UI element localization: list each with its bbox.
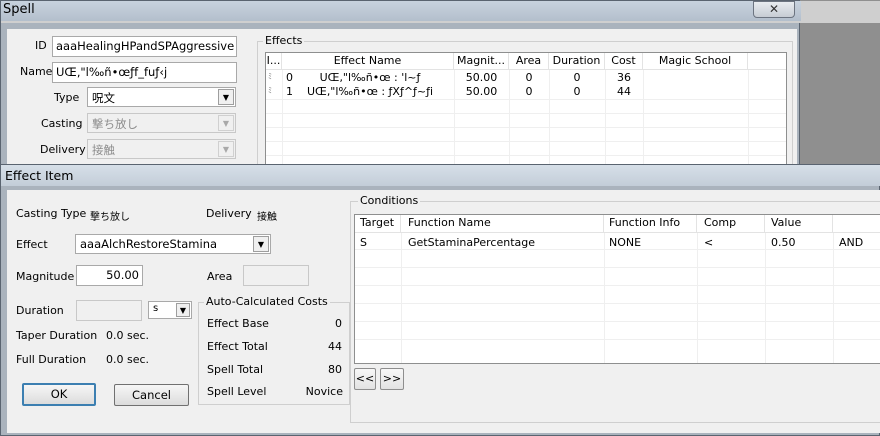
auto-costs-title: Auto-Calculated Costs	[204, 295, 330, 308]
col-magic-school[interactable]: Magic School	[643, 53, 748, 70]
col-function-info[interactable]: Function Info	[604, 215, 697, 232]
effect-item-title: Effect Item	[5, 168, 74, 183]
effect-base-label: Effect Base	[207, 317, 269, 330]
casting-label: Casting	[41, 117, 83, 130]
name-label: Name	[20, 65, 53, 78]
row-cost: 36	[617, 71, 631, 84]
effects-list[interactable]: I... Effect Name Magnit... Area Duration…	[265, 52, 787, 171]
col-comp[interactable]: Comp	[697, 215, 765, 232]
row-icon: ﾐ	[268, 86, 272, 95]
spell-window-title: Spell	[3, 2, 35, 17]
delivery-label: Delivery	[40, 143, 86, 156]
casting-type-value: 撃ち放し	[90, 212, 130, 223]
type-select-value: 呪文	[92, 91, 115, 105]
chevron-down-icon[interactable]: ▼	[218, 89, 234, 105]
effect-item-dialog: Effect Item Casting Type 撃ち放し Delivery 接…	[0, 164, 880, 436]
duration-label: Duration	[16, 304, 64, 317]
col-index[interactable]: I...	[266, 53, 282, 70]
close-button[interactable]: ✕	[753, 1, 795, 18]
casting-type-label: Casting Type	[16, 207, 87, 220]
row-duration: 0	[573, 71, 581, 84]
effect-select-value: aaaAlchRestoreStamina	[80, 237, 218, 251]
effect-total-label: Effect Total	[207, 340, 268, 353]
row-icon: ﾐ	[268, 72, 272, 81]
cancel-button[interactable]: Cancel	[114, 384, 189, 406]
conditions-list-header: Target Function Name Function Info Comp …	[355, 215, 880, 233]
cond-value: 0.50	[771, 236, 796, 249]
row-magnitude: 50.00	[465, 71, 498, 84]
taper-duration-label: Taper Duration	[16, 329, 98, 342]
conditions-title: Conditions	[358, 194, 421, 207]
effect-base-value: 0	[335, 317, 342, 330]
conditions-list[interactable]: Target Function Name Function Info Comp …	[354, 214, 880, 364]
col-area[interactable]: Area	[509, 53, 549, 70]
chevron-down-icon[interactable]: ▼	[176, 303, 190, 317]
delivery-label: Delivery	[206, 207, 252, 220]
effect-label: Effect	[16, 238, 48, 251]
col-effect-name[interactable]: Effect Name	[282, 53, 454, 70]
effect-select[interactable]: aaaAlchRestoreStamina ▼	[75, 234, 271, 254]
duration-input[interactable]	[76, 300, 142, 321]
col-function-name[interactable]: Function Name	[401, 215, 604, 232]
row-area: 0	[525, 85, 533, 98]
row-cost: 44	[617, 85, 631, 98]
spell-body: ID aaaHealingHPandSPAggressive Name UŒ‚"…	[7, 29, 797, 171]
area-label: Area	[207, 270, 233, 283]
col-target[interactable]: Target	[355, 215, 401, 232]
cond-operator: AND	[839, 236, 864, 249]
col-operator[interactable]	[833, 215, 880, 232]
delivery-value: 接触	[257, 212, 277, 223]
cond-comp: <	[704, 236, 714, 249]
type-select[interactable]: 呪文 ▼	[87, 87, 236, 107]
duration-unit-value: s	[153, 303, 159, 314]
effect-total-value: 44	[328, 340, 342, 353]
spell-level-label: Spell Level	[207, 385, 267, 398]
col-value[interactable]: Value	[765, 215, 833, 232]
row-area: 0	[525, 71, 533, 84]
area-input[interactable]	[243, 265, 309, 286]
effect-item-title-bar[interactable]: Effect Item	[1, 165, 880, 186]
chevron-down-icon[interactable]: ▼	[218, 115, 234, 131]
chevron-down-icon[interactable]: ▼	[218, 141, 234, 157]
close-icon: ✕	[768, 2, 780, 16]
effects-group-title: Effects	[263, 34, 305, 47]
cond-function-info: NONE	[609, 236, 642, 249]
effects-list-header: I... Effect Name Magnit... Area Duration…	[266, 53, 786, 70]
magnitude-input[interactable]: 50.00	[76, 265, 143, 286]
spell-total-label: Spell Total	[207, 363, 264, 376]
delivery-select[interactable]: 接触 ▼	[87, 139, 236, 159]
spell-window: Spell ✕ ID aaaHealingHPandSPAggressive N…	[0, 0, 880, 171]
magnitude-label: Magnitude	[16, 270, 75, 283]
row-effect-name: UŒ‚"l‰ñ•œ : ƒXƒ^ƒ~ƒi	[306, 85, 434, 98]
effect-item-body: Casting Type 撃ち放し Delivery 接触 Effect aaa…	[7, 190, 880, 433]
casting-select-value: 撃ち放し	[92, 117, 138, 131]
cond-function-name: GetStaminaPercentage	[408, 236, 536, 249]
duration-unit-select[interactable]: s ▼	[148, 301, 192, 319]
row-magnitude: 50.00	[465, 85, 498, 98]
spell-title-bar[interactable]: Spell ✕	[1, 1, 801, 21]
next-condition-button[interactable]: >>	[380, 368, 404, 390]
chevron-down-icon[interactable]: ▼	[253, 236, 269, 252]
id-input[interactable]: aaaHealingHPandSPAggressive	[52, 36, 237, 57]
delivery-select-value: 接触	[92, 143, 115, 157]
col-magnitude[interactable]: Magnit...	[454, 53, 509, 70]
full-duration-label: Full Duration	[16, 353, 87, 366]
col-cost[interactable]: Cost	[605, 53, 643, 70]
row-duration: 0	[573, 85, 581, 98]
prev-condition-button[interactable]: <<	[354, 368, 376, 390]
cond-target: S	[360, 236, 367, 249]
col-duration[interactable]: Duration	[549, 53, 605, 70]
row-effect-name: UŒ‚"l‰ñ•œ : 'l~ƒ	[319, 71, 421, 84]
name-input[interactable]: UŒ‚"l‰ñ•œƒf_fuƒ‹j	[52, 62, 237, 83]
ok-button[interactable]: OK	[22, 383, 96, 406]
spell-total-value: 80	[328, 363, 342, 376]
full-duration-value: 0.0 sec.	[106, 353, 150, 366]
type-label: Type	[54, 91, 80, 104]
id-label: ID	[35, 39, 47, 52]
casting-select[interactable]: 撃ち放し ▼	[87, 113, 236, 133]
spell-level-value: Novice	[305, 385, 343, 398]
taper-duration-value: 0.0 sec.	[106, 329, 150, 342]
